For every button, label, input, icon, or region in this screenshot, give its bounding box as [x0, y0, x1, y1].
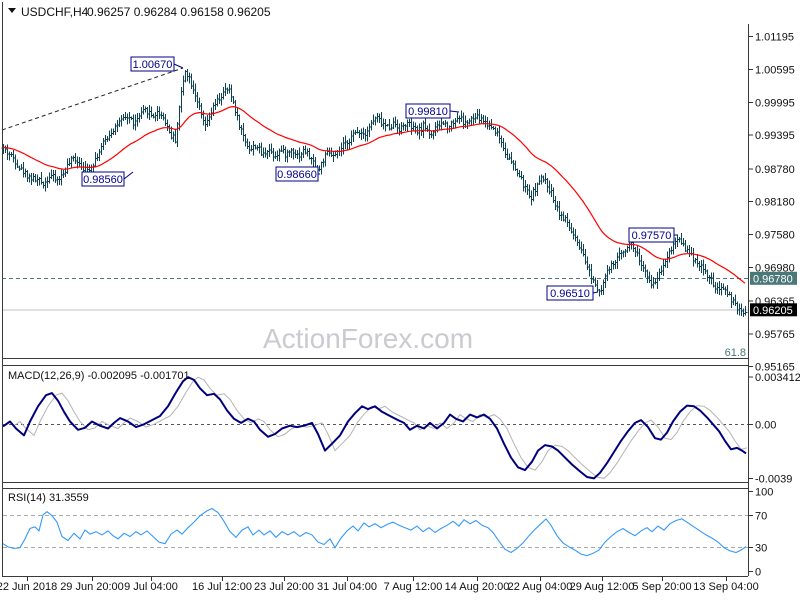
time-axis-label: 22 Jun 2018 — [0, 581, 57, 593]
fib-level-label: 61.8 — [725, 347, 746, 359]
time-axis-label: 16 Jul 12:00 — [192, 581, 252, 593]
macd-axis-label: -0.0039 — [755, 473, 792, 485]
time-axis-label: 14 Aug 20:00 — [445, 581, 510, 593]
macd-main-line — [2, 376, 747, 480]
symbol-period-title: USDCHF,H4 — [21, 5, 89, 19]
annotation-connector — [173, 63, 184, 69]
boxed-axis-label: 0.96205 — [753, 305, 793, 317]
trading-chart[interactable]: ActionForex.com 1.00670 0.98560 0.98660 0.9… — [0, 0, 800, 600]
time-axis-label: 7 Aug 12:00 — [384, 581, 443, 593]
rsi-axis-label: 0 — [755, 567, 761, 579]
price-axis-label: 0.98780 — [755, 164, 795, 176]
price-axis-label: 0.95765 — [755, 329, 795, 341]
macd-axis-label: 0.00 — [755, 419, 776, 431]
annotation-connector — [449, 110, 460, 113]
watermark: ActionForex.com — [263, 323, 473, 354]
time-axis-label: 22 Aug 04:00 — [508, 581, 573, 593]
rsi-indicator-label: RSI(14) 31.3559 — [8, 492, 89, 504]
price-annotation-text: 0.99810 — [408, 106, 448, 118]
ohlc-quote-values: 0.96257 0.96284 0.96158 0.96205 — [87, 5, 271, 19]
price-annotation-text: 0.96510 — [550, 288, 590, 300]
rsi-axis-label: 30 — [755, 543, 767, 555]
moving-average-line — [2, 105, 746, 284]
price-axis-label: 0.99395 — [755, 130, 795, 142]
time-axis-label: 29 Aug 12:00 — [570, 581, 635, 593]
price-axis-label: 0.99995 — [755, 97, 795, 109]
ohlc-bars — [1, 68, 748, 317]
chart-window: { "window": { "symbol_period": "USDCHF,H… — [0, 0, 800, 600]
time-axis-label: 5 Sep 20:00 — [632, 581, 691, 593]
price-annotation-text: 0.97570 — [632, 230, 672, 242]
macd-signal-line — [12, 376, 748, 479]
price-axis-label: 0.97580 — [755, 230, 795, 242]
panel-borders — [2, 2, 749, 577]
rsi-axis-label: 100 — [755, 487, 773, 499]
boxed-axis-label: 0.96780 — [753, 273, 793, 285]
time-axis-label: 13 Sep 04:00 — [693, 581, 758, 593]
time-axis-label: 23 Jul 20:00 — [254, 581, 314, 593]
price-axis-label: 1.00595 — [755, 65, 795, 77]
annotation-connector — [123, 171, 134, 180]
chart-dropdown-icon[interactable] — [8, 8, 16, 13]
price-axis-label: 0.98180 — [755, 197, 795, 209]
time-axis-label: 31 Jul 04:00 — [317, 581, 377, 593]
series-layer[interactable]: 1.00670 0.98560 0.98660 0.99810 0.97570 0.965… — [1, 56, 749, 557]
macd-indicator-label: MACD(12,26,9) -0.002095 -0.001701 — [8, 370, 190, 382]
axis-layer: 1.01195 1.00595 0.99995 0.99395 0.98780 0.981… — [0, 32, 800, 593]
price-annotation-text: 0.98560 — [83, 174, 123, 186]
rsi-axis-label: 70 — [755, 511, 767, 523]
price-annotation-text: 0.98660 — [277, 169, 317, 181]
title-bar: USDCHF,H4 0.96257 0.96284 0.96158 0.9620… — [8, 5, 271, 19]
time-axis-label: 9 Jul 04:00 — [124, 581, 178, 593]
price-annotation-text: 1.00670 — [133, 59, 173, 71]
macd-axis-label: 0.003412 — [755, 372, 800, 384]
time-axis-label: 29 Jun 20:00 — [60, 581, 124, 593]
annotation-connector — [592, 291, 599, 294]
price-axis-label: 1.01195 — [755, 32, 794, 44]
